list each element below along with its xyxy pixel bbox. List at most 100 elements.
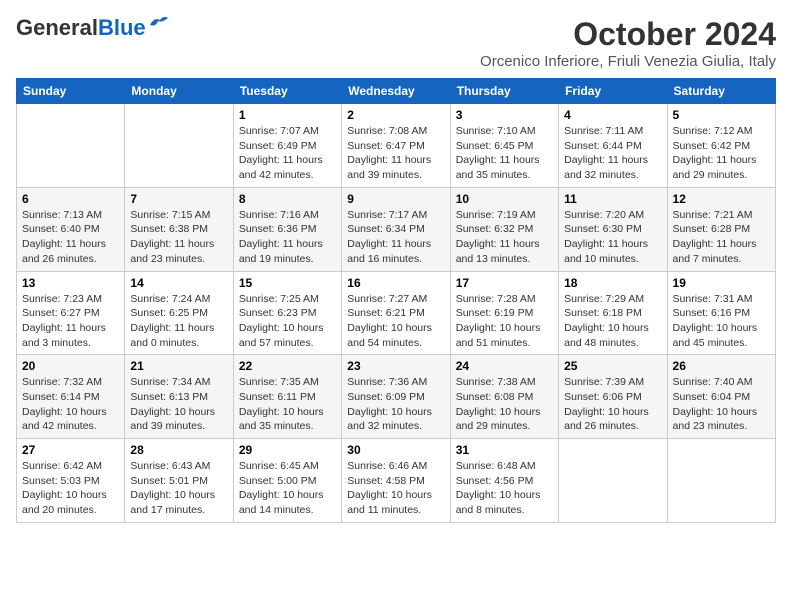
calendar-cell: 25Sunrise: 7:39 AMSunset: 6:06 PMDayligh… (559, 355, 667, 439)
day-info-line: Sunset: 6:08 PM (456, 391, 534, 403)
day-info: Sunrise: 7:32 AMSunset: 6:14 PMDaylight:… (22, 375, 119, 434)
calendar-cell: 9Sunrise: 7:17 AMSunset: 6:34 PMDaylight… (342, 187, 450, 271)
day-number: 4 (564, 108, 661, 122)
day-info: Sunrise: 7:19 AMSunset: 6:32 PMDaylight:… (456, 208, 553, 267)
calendar-cell: 8Sunrise: 7:16 AMSunset: 6:36 PMDaylight… (233, 187, 341, 271)
day-info: Sunrise: 7:29 AMSunset: 6:18 PMDaylight:… (564, 292, 661, 351)
day-info-line: Sunset: 6:27 PM (22, 307, 100, 319)
day-info-line: Sunset: 6:04 PM (673, 391, 751, 403)
day-info: Sunrise: 7:23 AM Sunset: 6:27 PM Daylight:… (22, 292, 119, 351)
location-subtitle: Orcenico Inferiore, Friuli Venezia Giuli… (480, 53, 776, 70)
day-info-line: Sunrise: 7:12 AM (673, 125, 753, 137)
calendar-cell (125, 104, 233, 188)
day-info-line: Daylight: 11 hours and 32 minutes. (564, 154, 648, 181)
day-info-line: Daylight: 11 hours and 23 minutes. (130, 238, 214, 265)
day-info-line: Sunset: 6:09 PM (347, 391, 425, 403)
day-info-line: Daylight: 11 hours and 35 minutes. (456, 154, 540, 181)
day-info-line: Sunrise: 6:42 AM (22, 460, 102, 472)
calendar-cell: 2Sunrise: 7:08 AMSunset: 6:47 PMDaylight… (342, 104, 450, 188)
day-info-line: Daylight: 10 hours and 11 minutes. (347, 489, 432, 516)
calendar-cell: 7 Sunrise: 7:15 AMSunset: 6:38 PMDaylight… (125, 187, 233, 271)
day-info-line: Sunrise: 7:21 AM (673, 209, 753, 221)
day-number: 21 (130, 359, 227, 373)
day-info-line: Sunrise: 7:23 AM (22, 293, 102, 305)
calendar-table: Sunday Monday Tuesday Wednesday Thursday… (16, 78, 776, 523)
day-info: Sunrise: 6:45 AMSunset: 5:00 PMDaylight:… (239, 459, 336, 518)
header-sunday: Sunday (17, 79, 125, 104)
day-info-line: Daylight: 10 hours and 23 minutes. (673, 406, 758, 433)
calendar-header-row: Sunday Monday Tuesday Wednesday Thursday… (17, 79, 776, 104)
day-info: Sunrise: 7:13 AMSunset: 6:40 PMDaylight:… (22, 208, 119, 267)
day-info: Sunrise: 7:25 AMSunset: 6:23 PMDaylight:… (239, 292, 336, 351)
day-info-line: Daylight: 10 hours and 20 minutes. (22, 489, 107, 516)
day-info-line: Sunset: 6:06 PM (564, 391, 642, 403)
day-info-line: Sunrise: 7:34 AM (130, 376, 210, 388)
day-info-line: Sunset: 6:38 PM (130, 223, 208, 235)
day-info-line: Daylight: 10 hours and 54 minutes. (347, 322, 432, 349)
day-info: Sunrise: 7:21 AMSunset: 6:28 PMDaylight:… (673, 208, 770, 267)
day-info-line: Sunset: 6:40 PM (22, 223, 100, 235)
day-info-line: Sunrise: 6:48 AM (456, 460, 536, 472)
day-info-line: Daylight: 10 hours and 32 minutes. (347, 406, 432, 433)
day-info: Sunrise: 7:08 AMSunset: 6:47 PMDaylight:… (347, 124, 444, 183)
calendar-cell: 10Sunrise: 7:19 AMSunset: 6:32 PMDayligh… (450, 187, 558, 271)
calendar-cell: 18Sunrise: 7:29 AMSunset: 6:18 PMDayligh… (559, 271, 667, 355)
day-info-line: Sunset: 6:25 PM (130, 307, 208, 319)
day-info-line: Sunset: 6:19 PM (456, 307, 534, 319)
day-info-line: Daylight: 10 hours and 8 minutes. (456, 489, 541, 516)
day-info: Sunrise: 7:16 AMSunset: 6:36 PMDaylight:… (239, 208, 336, 267)
day-info-line: Sunset: 6:47 PM (347, 140, 425, 152)
day-info-line: Daylight: 11 hours and 3 minutes. (22, 322, 106, 349)
day-number: 5 (673, 108, 770, 122)
day-number: 6 (22, 192, 119, 206)
day-number: 25 (564, 359, 661, 373)
day-number: 12 (673, 192, 770, 206)
day-info-line: Sunrise: 7:35 AM (239, 376, 319, 388)
day-info: Sunrise: 7:31 AMSunset: 6:16 PMDaylight:… (673, 292, 770, 351)
day-info-line: Sunrise: 7:36 AM (347, 376, 427, 388)
day-info-line: Sunrise: 7:31 AM (673, 293, 753, 305)
calendar-cell: 30Sunrise: 6:46 AMSunset: 4:58 PMDayligh… (342, 439, 450, 523)
day-info-line: Daylight: 10 hours and 45 minutes. (673, 322, 758, 349)
day-number: 30 (347, 443, 444, 457)
day-number: 7 (130, 192, 227, 206)
day-number: 17 (456, 276, 553, 290)
day-number: 27 (22, 443, 119, 457)
day-info-line: Daylight: 10 hours and 35 minutes. (239, 406, 324, 433)
calendar-week-row: 13Sunrise: 7:23 AMSunset: 6:27 PMDayligh… (17, 271, 776, 355)
calendar-week-row: 20Sunrise: 7:32 AMSunset: 6:14 PMDayligh… (17, 355, 776, 439)
day-info: Sunrise: 6:42 AMSunset: 5:03 PMDaylight:… (22, 459, 119, 518)
day-number: 24 (456, 359, 553, 373)
day-number: 22 (239, 359, 336, 373)
day-info: Sunrise: 7:20 AMSunset: 6:30 PMDaylight:… (564, 208, 661, 267)
day-info-line: Sunset: 6:45 PM (456, 140, 534, 152)
day-info-line: Daylight: 11 hours and 42 minutes. (239, 154, 323, 181)
day-number: 14 (130, 276, 227, 290)
calendar-cell: 14Sunrise: 7:24 AMSunset: 6:25 PMDayligh… (125, 271, 233, 355)
logo-text: GeneralBlue (16, 16, 146, 40)
day-info: Sunrise: 7:27 AMSunset: 6:21 PMDaylight:… (347, 292, 444, 351)
day-info-line: Sunset: 6:21 PM (347, 307, 425, 319)
calendar-cell (667, 439, 775, 523)
day-info-line: Sunrise: 7:32 AM (22, 376, 102, 388)
day-info-line: Sunrise: 7:13 AM (22, 209, 102, 221)
day-info-line: Sunrise: 7:38 AM (456, 376, 536, 388)
day-info-line: Sunrise: 7:25 AM (239, 293, 319, 305)
day-info-line: Sunset: 5:00 PM (239, 475, 317, 487)
day-info: Sunrise: 7:15 AMSunset: 6:38 PMDaylight:… (130, 208, 227, 267)
day-info: Sunrise: 7:11 AMSunset: 6:44 PMDaylight:… (564, 124, 661, 183)
day-info-line: Daylight: 10 hours and 42 minutes. (22, 406, 107, 433)
day-info-line: Sunrise: 7:20 AM (564, 209, 644, 221)
calendar-cell: 29Sunrise: 6:45 AMSunset: 5:00 PMDayligh… (233, 439, 341, 523)
calendar-cell: 27 Sunrise: 6:42 AMSunset: 5:03 PMDayligh… (17, 439, 125, 523)
day-info-line: Sunrise: 7:40 AM (673, 376, 753, 388)
day-info-line: Sunrise: 7:11 AM (564, 125, 643, 137)
calendar-cell: 20Sunrise: 7:32 AMSunset: 6:14 PMDayligh… (17, 355, 125, 439)
day-info-line: Sunset: 6:36 PM (239, 223, 317, 235)
calendar-week-row: 6 Sunrise: 7:13 AM Sunset: 6:40 PM Daylight… (17, 187, 776, 271)
calendar-cell: 11Sunrise: 7:20 AMSunset: 6:30 PMDayligh… (559, 187, 667, 271)
day-info-line: Sunset: 6:34 PM (347, 223, 425, 235)
day-number: 26 (673, 359, 770, 373)
header-monday: Monday (125, 79, 233, 104)
day-info-line: Sunrise: 7:16 AM (239, 209, 319, 221)
